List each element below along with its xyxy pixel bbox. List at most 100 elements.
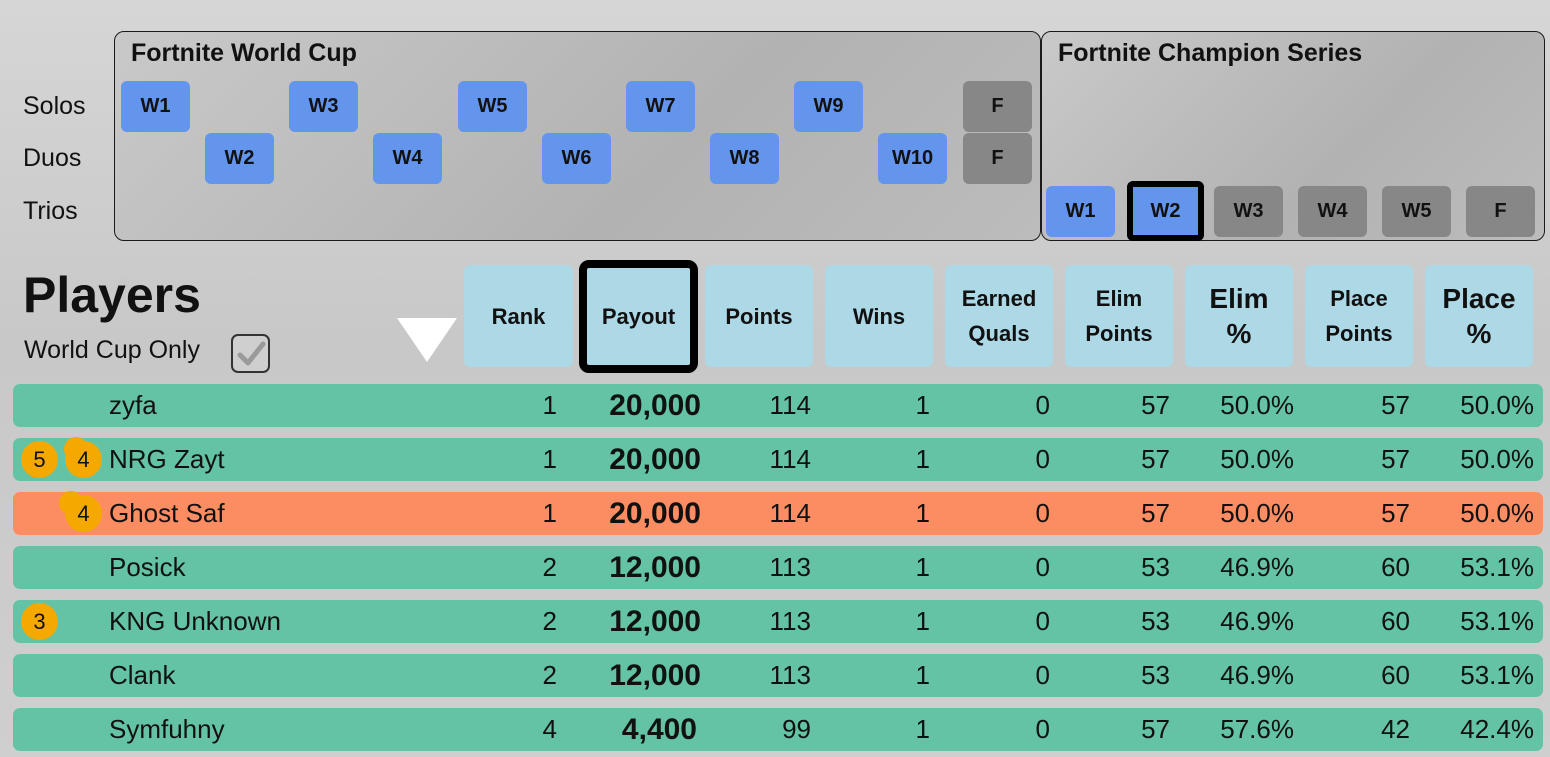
player-elim-pct: 50.0%: [1220, 390, 1294, 420]
column-header-elim-pct[interactable]: Elim %: [1185, 265, 1293, 367]
player-earned-quals: 0: [1035, 552, 1050, 582]
player-place-points: 60: [1381, 606, 1410, 636]
player-name: NRG Zayt: [109, 444, 225, 474]
player-name: Posick: [109, 552, 186, 582]
player-row[interactable]: 5 4 NRG Zayt 1 20,000 114 1 0 57 50.0% 5…: [13, 437, 1543, 481]
trios-week-button-selected[interactable]: W2: [1127, 181, 1204, 241]
solos-week-button[interactable]: W9: [794, 81, 863, 132]
player-elim-points: 57: [1141, 444, 1170, 474]
player-elim-points: 53: [1141, 660, 1170, 690]
player-row[interactable]: Clank 2 12,000 113 1 0 53 46.9% 60 53.1%: [13, 654, 1543, 697]
column-header-points[interactable]: Points: [705, 265, 813, 367]
player-place-points: 60: [1381, 552, 1410, 582]
column-header-elim-points[interactable]: Elim Points: [1065, 265, 1173, 367]
player-elim-pct: 46.9%: [1220, 660, 1294, 690]
player-row-highlighted[interactable]: 4 Ghost Saf 1 20,000 114 1 0 57 50.0% 57…: [13, 491, 1543, 535]
world-cup-only-label: World Cup Only: [24, 336, 200, 364]
player-rank: 1: [542, 498, 557, 528]
player-wins: 1: [915, 606, 930, 636]
qualification-badge: 3: [21, 603, 58, 640]
player-place-points: 57: [1381, 444, 1410, 474]
player-place-pct: 53.1%: [1460, 606, 1534, 636]
player-payout: 12,000: [609, 551, 701, 584]
mode-label-duos: Duos: [23, 144, 82, 172]
player-elim-points: 57: [1141, 498, 1170, 528]
player-place-points: 42: [1381, 714, 1410, 744]
player-name: Ghost Saf: [109, 498, 225, 528]
player-row[interactable]: Symfuhny 4 4,400 99 1 0 57 57.6% 42 42.4…: [13, 708, 1543, 751]
solos-week-button[interactable]: W5: [458, 81, 527, 132]
player-elim-pct: 46.9%: [1220, 606, 1294, 636]
player-payout: 12,000: [609, 605, 701, 638]
player-elim-points: 57: [1141, 714, 1170, 744]
qualification-badge: 4: [65, 441, 102, 478]
player-payout: 20,000: [609, 497, 701, 530]
duos-week-button[interactable]: W6: [542, 133, 611, 184]
player-place-points: 60: [1381, 660, 1410, 690]
player-points: 99: [782, 714, 811, 744]
player-earned-quals: 0: [1035, 660, 1050, 690]
column-header-payout[interactable]: Payout: [579, 260, 698, 373]
solos-week-button[interactable]: W7: [626, 81, 695, 132]
player-place-points: 57: [1381, 498, 1410, 528]
world-cup-title: Fortnite World Cup: [131, 39, 357, 67]
column-header-place-pct[interactable]: Place %: [1425, 265, 1533, 367]
player-earned-quals: 0: [1035, 498, 1050, 528]
column-header-wins[interactable]: Wins: [825, 265, 933, 367]
player-place-pct: 42.4%: [1460, 714, 1534, 744]
duos-week-button[interactable]: W4: [373, 133, 442, 184]
player-rank: 2: [542, 660, 557, 690]
solos-week-button[interactable]: W1: [121, 81, 190, 132]
qualification-badge: 5: [21, 441, 58, 478]
player-earned-quals: 0: [1035, 606, 1050, 636]
player-row[interactable]: zyfa 1 20,000 114 1 0 57 50.0% 57 50.0%: [13, 384, 1543, 427]
player-place-pct: 53.1%: [1460, 552, 1534, 582]
player-name: zyfa: [109, 390, 157, 420]
sort-direction-icon[interactable]: [397, 318, 457, 362]
player-place-pct: 53.1%: [1460, 660, 1534, 690]
player-wins: 1: [915, 714, 930, 744]
player-rank: 4: [542, 714, 557, 744]
duos-week-button[interactable]: W10: [878, 133, 947, 184]
column-header-place-points[interactable]: Place Points: [1305, 265, 1413, 367]
world-cup-only-checkbox[interactable]: [231, 334, 270, 373]
solos-week-button[interactable]: W3: [289, 81, 358, 132]
player-place-points: 57: [1381, 390, 1410, 420]
player-earned-quals: 0: [1035, 714, 1050, 744]
trios-final-button[interactable]: F: [1466, 186, 1535, 237]
player-wins: 1: [915, 390, 930, 420]
player-row[interactable]: Posick 2 12,000 113 1 0 53 46.9% 60 53.1…: [13, 546, 1543, 589]
player-earned-quals: 0: [1035, 390, 1050, 420]
player-earned-quals: 0: [1035, 444, 1050, 474]
duos-week-button[interactable]: W2: [205, 133, 274, 184]
player-payout: 20,000: [609, 389, 701, 422]
checkmark-icon: [237, 341, 265, 365]
player-place-pct: 50.0%: [1460, 498, 1534, 528]
duos-week-button[interactable]: W8: [710, 133, 779, 184]
column-header-earned-quals[interactable]: Earned Quals: [945, 265, 1053, 367]
player-wins: 1: [915, 552, 930, 582]
duos-final-button[interactable]: F: [963, 133, 1032, 184]
player-payout: 20,000: [609, 443, 701, 476]
trios-week-button[interactable]: W3: [1214, 186, 1283, 237]
trios-week-button[interactable]: W1: [1046, 186, 1115, 237]
player-elim-pct: 57.6%: [1220, 714, 1294, 744]
player-elim-pct: 46.9%: [1220, 552, 1294, 582]
player-row[interactable]: 3 KNG Unknown 2 12,000 113 1 0 53 46.9% …: [13, 600, 1543, 643]
player-elim-pct: 50.0%: [1220, 498, 1294, 528]
player-name: KNG Unknown: [109, 606, 281, 636]
mode-label-trios: Trios: [23, 197, 78, 225]
mode-label-solos: Solos: [23, 92, 86, 120]
player-elim-points: 57: [1141, 390, 1170, 420]
player-place-pct: 50.0%: [1460, 390, 1534, 420]
trios-week-button[interactable]: W4: [1298, 186, 1367, 237]
player-wins: 1: [915, 498, 930, 528]
player-payout: 12,000: [609, 659, 701, 692]
players-title: Players: [23, 267, 201, 323]
player-elim-points: 53: [1141, 552, 1170, 582]
player-wins: 1: [915, 444, 930, 474]
column-header-rank[interactable]: Rank: [464, 265, 573, 367]
trios-week-button[interactable]: W5: [1382, 186, 1451, 237]
solos-final-button[interactable]: F: [963, 81, 1032, 132]
player-rank: 2: [542, 606, 557, 636]
